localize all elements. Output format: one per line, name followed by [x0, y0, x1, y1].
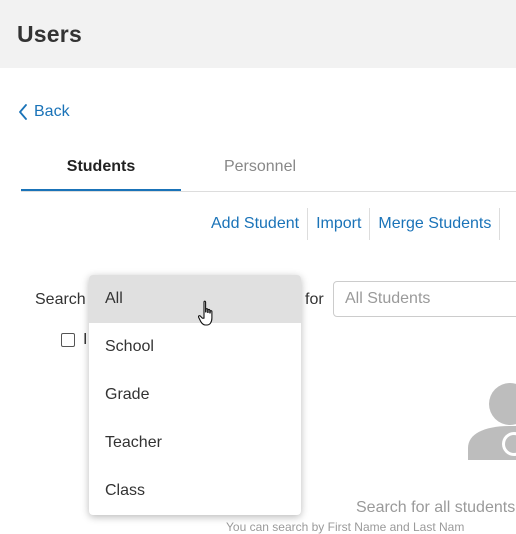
- dropdown-item-teacher[interactable]: Teacher: [89, 419, 301, 467]
- tab-students[interactable]: Students: [21, 150, 181, 192]
- filter-checkbox-label: I: [83, 331, 88, 348]
- tabs-divider: [21, 191, 516, 192]
- chevron-left-icon: [19, 104, 27, 120]
- merge-students-button[interactable]: Merge Students: [370, 208, 501, 240]
- action-toolbar: Add Student Import Merge Students: [203, 208, 501, 240]
- empty-state-subtext: You can search by First Name and Last Na…: [226, 520, 465, 534]
- filter-checkbox[interactable]: [61, 333, 75, 347]
- tab-personnel[interactable]: Personnel: [181, 150, 339, 192]
- dropdown-item-school[interactable]: School: [89, 323, 301, 371]
- app-header: Users: [0, 0, 516, 68]
- search-input[interactable]: [333, 281, 516, 317]
- dropdown-item-class[interactable]: Class: [89, 467, 301, 515]
- empty-state-text: Search for all students: [356, 499, 516, 516]
- import-button[interactable]: Import: [308, 208, 371, 240]
- user-silhouette-icon: [468, 383, 516, 460]
- search-type-dropdown: All School Grade Teacher Class: [89, 275, 301, 515]
- add-student-button[interactable]: Add Student: [203, 208, 309, 240]
- hand-pointer-icon: [198, 300, 213, 326]
- page-title: Users: [17, 21, 82, 47]
- back-label: Back: [34, 103, 70, 120]
- dropdown-item-grade[interactable]: Grade: [89, 371, 301, 419]
- dropdown-item-all[interactable]: All: [89, 275, 301, 323]
- search-label: Search: [35, 291, 86, 308]
- back-link[interactable]: Back: [18, 101, 70, 123]
- for-label: for: [305, 291, 324, 308]
- tab-bar: Students Personnel: [21, 150, 516, 192]
